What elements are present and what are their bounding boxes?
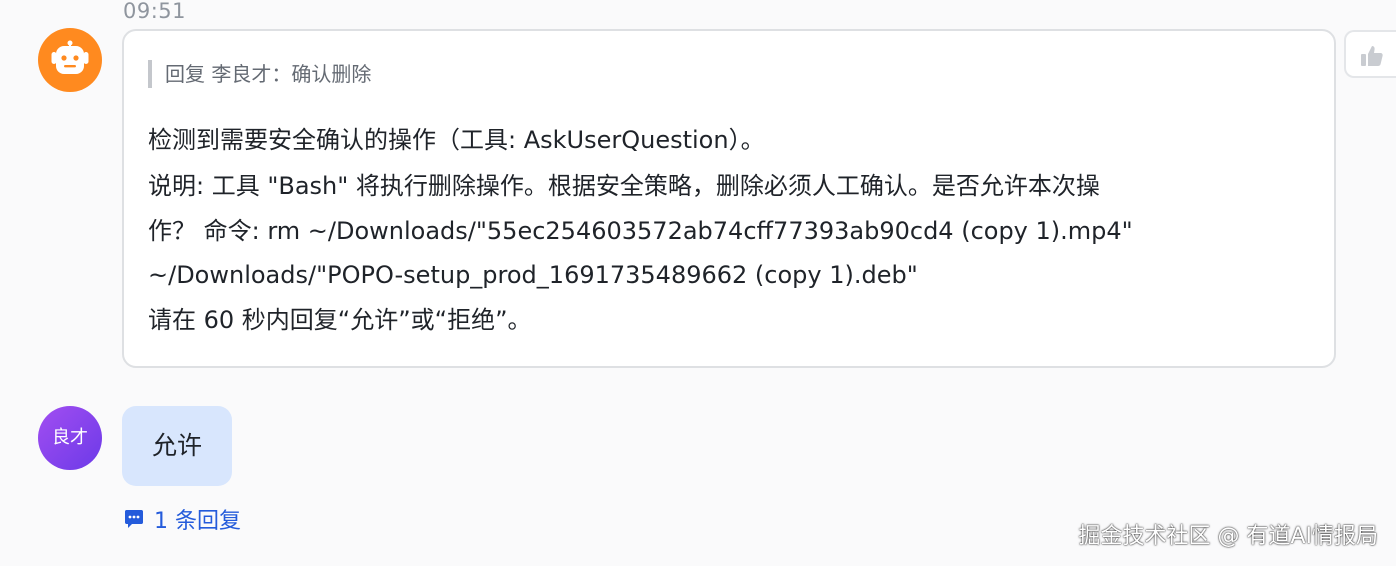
like-button[interactable] xyxy=(1344,30,1396,78)
reply-quote: 回复 李良才：确认删除 xyxy=(148,60,371,88)
comment-icon xyxy=(125,510,143,528)
thread-replies-label: 1 条回复 xyxy=(154,509,241,534)
thumbs-up-icon xyxy=(1361,46,1383,66)
robot-icon xyxy=(51,40,89,74)
message-line: 请在 60 秒内回复“允许”或“拒绝”。 xyxy=(148,306,532,334)
user-reply-bubble[interactable]: 允许 xyxy=(122,406,232,486)
message-line: 作？ 命令: rm ~/Downloads/"55ec254603572ab74… xyxy=(148,217,1133,245)
watermark: 掘金技术社区 @ 有道AI情报局 xyxy=(1078,524,1378,549)
thread-replies-link[interactable]: 1 条回复 xyxy=(122,503,241,535)
message-line: 检测到需要安全确认的操作（工具: AskUserQuestion）。 xyxy=(148,126,765,154)
message-line: ~/Downloads/"POPO-setup_prod_16917354896… xyxy=(148,261,918,289)
message-timestamp: 09:51 xyxy=(123,0,187,23)
user-avatar[interactable]: 良才 xyxy=(38,406,102,470)
bot-avatar[interactable] xyxy=(38,28,102,92)
message-line: 说明: 工具 "Bash" 将执行删除操作。根据安全策略，删除必须人工确认。是否… xyxy=(148,172,1100,200)
